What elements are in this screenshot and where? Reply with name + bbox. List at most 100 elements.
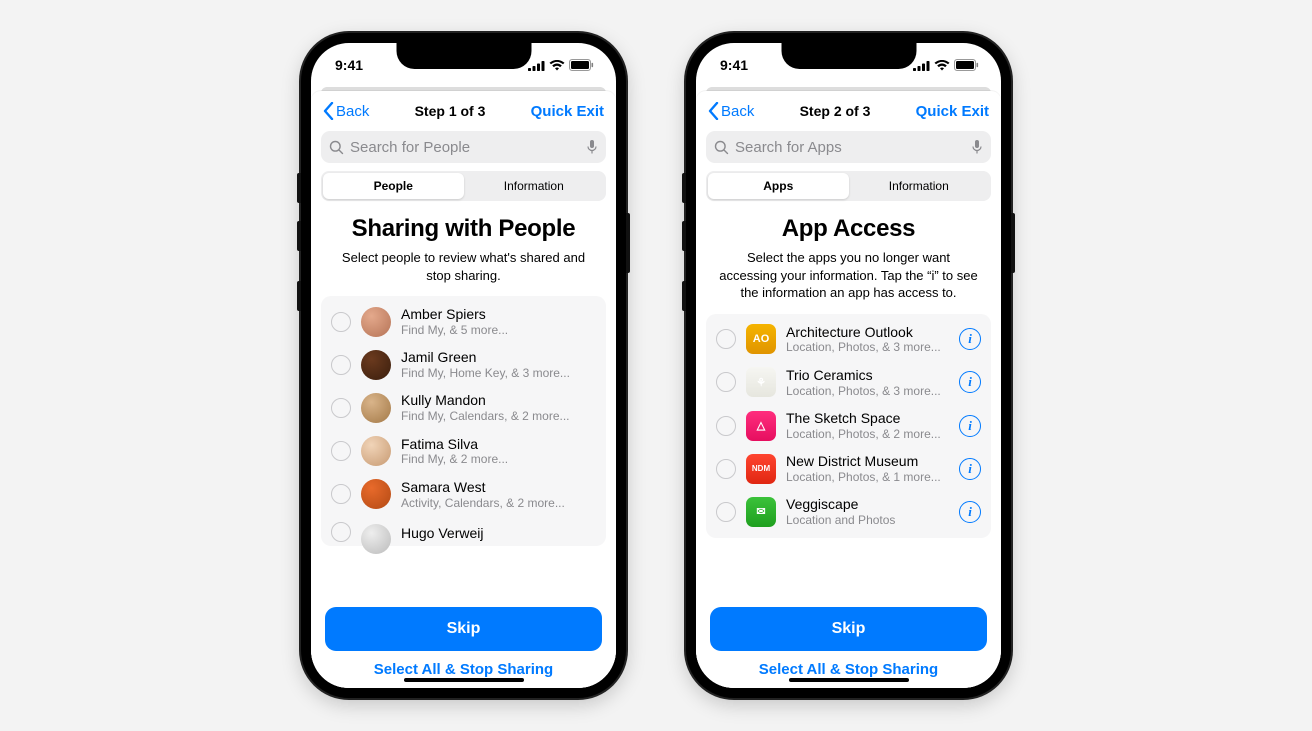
wifi-icon [549, 60, 565, 71]
footer: Skip Select All & Stop Sharing [696, 599, 1001, 688]
list-container: Amber Spiers Find My, & 5 more... Jamil … [311, 296, 616, 599]
screen: 9:41 Back Step 2 of 3 [696, 43, 1001, 688]
skip-button[interactable]: Skip [710, 607, 987, 651]
status-time: 9:41 [720, 57, 748, 73]
person-detail: Find My, & 2 more... [401, 452, 596, 466]
info-button[interactable]: i [959, 458, 981, 480]
search-icon [714, 140, 729, 155]
chevron-left-icon [708, 102, 719, 120]
segment-people[interactable]: People [323, 173, 464, 199]
search-field[interactable]: Search for Apps [706, 131, 991, 163]
apps-list: AO Architecture Outlook Location, Photos… [706, 314, 991, 538]
avatar [361, 436, 391, 466]
search-field[interactable]: Search for People [321, 131, 606, 163]
list-item[interactable]: ⚘ Trio Ceramics Location, Photos, & 3 mo… [706, 361, 991, 404]
back-label: Back [336, 103, 369, 120]
list-item[interactable]: NDM New District Museum Location, Photos… [706, 447, 991, 490]
battery-icon [954, 59, 979, 71]
select-radio[interactable] [716, 502, 736, 522]
avatar [361, 393, 391, 423]
app-name: Veggiscape [786, 496, 949, 513]
list-item[interactable]: AO Architecture Outlook Location, Photos… [706, 318, 991, 361]
person-name: Hugo Verweij [401, 525, 596, 542]
select-radio[interactable] [331, 441, 351, 461]
avatar [361, 524, 391, 554]
info-button[interactable]: i [959, 501, 981, 523]
app-icon: △ [746, 411, 776, 441]
chevron-left-icon [323, 102, 334, 120]
person-name: Samara West [401, 479, 596, 496]
list-item[interactable]: Kully Mandon Find My, Calendars, & 2 mor… [321, 386, 606, 429]
app-detail: Location, Photos, & 3 more... [786, 384, 949, 398]
quick-exit-button[interactable]: Quick Exit [916, 103, 989, 120]
cellular-signal-icon [913, 60, 930, 71]
list-item[interactable]: △ The Sketch Space Location, Photos, & 2… [706, 404, 991, 447]
select-radio[interactable] [331, 398, 351, 418]
modal-sheet: Back Step 1 of 3 Quick Exit Search for P… [311, 91, 616, 688]
select-radio[interactable] [716, 459, 736, 479]
page-subtext: Select people to review what's shared an… [333, 249, 594, 284]
select-radio[interactable] [716, 372, 736, 392]
home-indicator[interactable] [404, 678, 524, 682]
segment-apps[interactable]: Apps [708, 173, 849, 199]
status-time: 9:41 [335, 57, 363, 73]
list-item[interactable]: Hugo Verweij [321, 516, 606, 542]
select-radio[interactable] [331, 484, 351, 504]
app-detail: Location, Photos, & 2 more... [786, 427, 949, 441]
avatar [361, 307, 391, 337]
mic-icon[interactable] [971, 139, 983, 155]
person-detail: Activity, Calendars, & 2 more... [401, 496, 596, 510]
cellular-signal-icon [528, 60, 545, 71]
list-item[interactable]: Amber Spiers Find My, & 5 more... [321, 300, 606, 343]
segmented-control[interactable]: Apps Information [706, 171, 991, 201]
phone-mockup-left: 9:41 Back Step 1 of 3 [301, 33, 626, 698]
app-name: New District Museum [786, 453, 949, 470]
app-icon: ⚘ [746, 367, 776, 397]
segment-information[interactable]: Information [464, 173, 605, 199]
segment-information[interactable]: Information [849, 173, 990, 199]
people-list: Amber Spiers Find My, & 5 more... Jamil … [321, 296, 606, 546]
status-indicators [913, 59, 979, 71]
info-button[interactable]: i [959, 415, 981, 437]
skip-button[interactable]: Skip [325, 607, 602, 651]
select-all-stop-sharing-button[interactable]: Select All & Stop Sharing [710, 661, 987, 678]
app-icon: NDM [746, 454, 776, 484]
back-label: Back [721, 103, 754, 120]
phone-mockup-right: 9:41 Back Step 2 of 3 [686, 33, 1011, 698]
app-icon: ✉ [746, 497, 776, 527]
person-detail: Find My, Calendars, & 2 more... [401, 409, 596, 423]
select-all-stop-sharing-button[interactable]: Select All & Stop Sharing [325, 661, 602, 678]
search-icon [329, 140, 344, 155]
page-heading: Sharing with People [321, 215, 606, 243]
search-placeholder: Search for Apps [735, 139, 965, 156]
mic-icon[interactable] [586, 139, 598, 155]
notch [396, 43, 531, 69]
nav-bar: Back Step 2 of 3 Quick Exit [696, 91, 1001, 131]
nav-title: Step 1 of 3 [415, 103, 486, 119]
list-item[interactable]: Samara West Activity, Calendars, & 2 mor… [321, 473, 606, 516]
info-button[interactable]: i [959, 371, 981, 393]
quick-exit-button[interactable]: Quick Exit [531, 103, 604, 120]
select-radio[interactable] [331, 355, 351, 375]
list-item[interactable]: Jamil Green Find My, Home Key, & 3 more.… [321, 343, 606, 386]
home-indicator[interactable] [789, 678, 909, 682]
back-button[interactable]: Back [323, 102, 369, 120]
app-detail: Location and Photos [786, 513, 949, 527]
segmented-control[interactable]: People Information [321, 171, 606, 201]
screen: 9:41 Back Step 1 of 3 [311, 43, 616, 688]
nav-title: Step 2 of 3 [800, 103, 871, 119]
select-radio[interactable] [716, 416, 736, 436]
search-placeholder: Search for People [350, 139, 580, 156]
app-name: The Sketch Space [786, 410, 949, 427]
select-radio[interactable] [331, 522, 351, 542]
list-container: AO Architecture Outlook Location, Photos… [696, 314, 1001, 599]
list-item[interactable]: ✉ Veggiscape Location and Photos i [706, 490, 991, 533]
page-subtext: Select the apps you no longer want acces… [718, 249, 979, 302]
info-button[interactable]: i [959, 328, 981, 350]
back-button[interactable]: Back [708, 102, 754, 120]
notch [781, 43, 916, 69]
select-radio[interactable] [331, 312, 351, 332]
select-radio[interactable] [716, 329, 736, 349]
app-detail: Location, Photos, & 1 more... [786, 470, 949, 484]
list-item[interactable]: Fatima Silva Find My, & 2 more... [321, 430, 606, 473]
